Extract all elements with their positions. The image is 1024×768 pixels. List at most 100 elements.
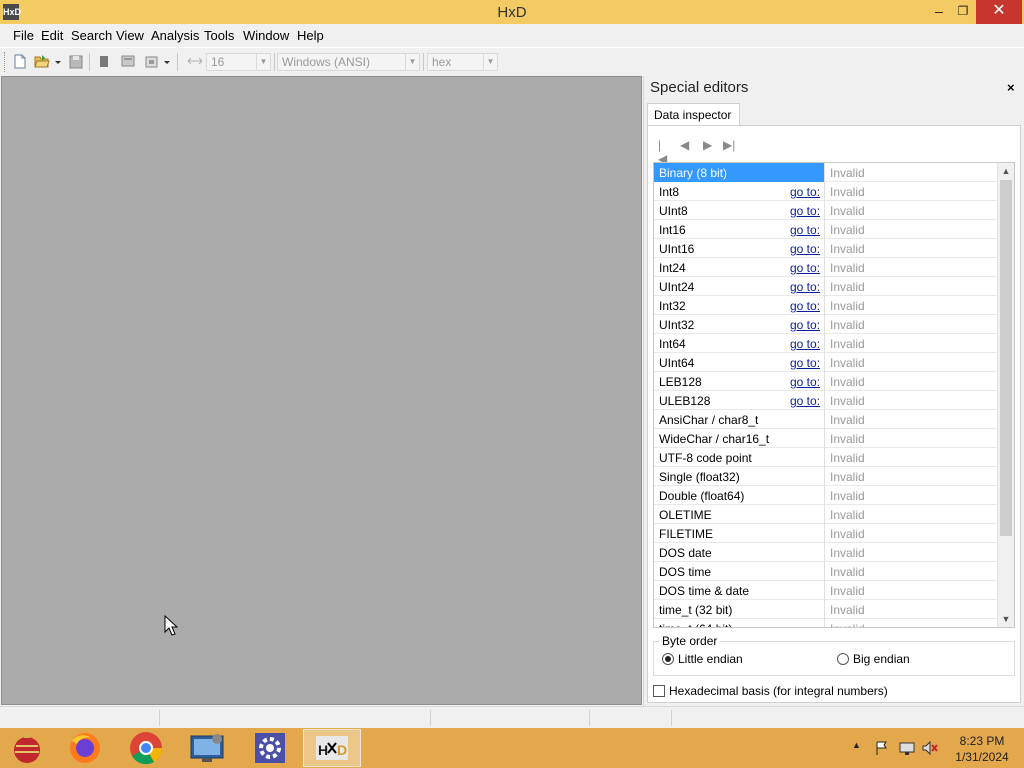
goto-link[interactable]: go to: bbox=[790, 223, 820, 237]
inspector-row-value[interactable]: Invalid bbox=[830, 261, 865, 275]
inspector-row[interactable]: WideChar / char16_t Invalid bbox=[654, 429, 997, 448]
inspector-row-name[interactable]: time_t (32 bit) bbox=[654, 600, 825, 619]
previous-record-icon[interactable]: ◀ bbox=[680, 138, 689, 152]
inspector-row-name[interactable]: FILETIME bbox=[654, 524, 825, 543]
inspector-row-value[interactable]: Invalid bbox=[830, 318, 865, 332]
menu-tools[interactable]: Tools bbox=[204, 28, 234, 43]
inspector-row[interactable]: OLETIME Invalid bbox=[654, 505, 997, 524]
inspector-row-name[interactable]: WideChar / char16_t bbox=[654, 429, 825, 448]
inspector-row-value[interactable]: Invalid bbox=[830, 375, 865, 389]
inspector-row-value[interactable]: Invalid bbox=[830, 432, 865, 446]
volume-muted-icon[interactable] bbox=[921, 740, 939, 756]
menu-file[interactable]: File bbox=[13, 28, 34, 43]
inspector-row[interactable]: Binary (8 bit) Invalid bbox=[654, 163, 997, 182]
inspector-row-value[interactable]: Invalid bbox=[830, 489, 865, 503]
inspector-row[interactable]: time_t (64 bit) Invalid bbox=[654, 619, 997, 627]
close-file-icon[interactable] bbox=[97, 54, 111, 69]
open-dropdown-icon[interactable] bbox=[54, 54, 62, 69]
goto-link[interactable]: go to: bbox=[790, 261, 820, 275]
action-center-flag-icon[interactable] bbox=[874, 740, 890, 756]
show-hidden-icons-icon[interactable]: ▲ bbox=[852, 740, 861, 750]
inspector-row-value[interactable]: Invalid bbox=[830, 394, 865, 408]
inspector-row-name[interactable]: Single (float32) bbox=[654, 467, 825, 486]
close-button[interactable]: ✕ bbox=[976, 0, 1022, 24]
menu-help[interactable]: Help bbox=[297, 28, 324, 43]
inspector-row[interactable]: Int16 go to: Invalid bbox=[654, 220, 997, 239]
goto-link[interactable]: go to: bbox=[790, 356, 820, 370]
inspector-row[interactable]: Int24 go to: Invalid bbox=[654, 258, 997, 277]
inspector-row-value[interactable]: Invalid bbox=[830, 280, 865, 294]
inspector-row-value[interactable]: Invalid bbox=[830, 565, 865, 579]
inspector-row-value[interactable]: Invalid bbox=[830, 622, 865, 627]
inspector-row[interactable]: UInt64 go to: Invalid bbox=[654, 353, 997, 372]
inspector-row[interactable]: DOS time Invalid bbox=[654, 562, 997, 581]
inspector-row-value[interactable]: Invalid bbox=[830, 546, 865, 560]
inspector-row[interactable]: FILETIME Invalid bbox=[654, 524, 997, 543]
menu-window[interactable]: Window bbox=[243, 28, 289, 43]
menu-search[interactable]: Search bbox=[71, 28, 112, 43]
inspector-row-value[interactable]: Invalid bbox=[830, 299, 865, 313]
inspector-row[interactable]: AnsiChar / char8_t Invalid bbox=[654, 410, 997, 429]
chevron-down-icon[interactable]: ▼ bbox=[256, 54, 270, 70]
scroll-up-icon[interactable]: ▲ bbox=[998, 163, 1014, 179]
inspector-row-name[interactable]: Double (float64) bbox=[654, 486, 825, 505]
inspector-row-value[interactable]: Invalid bbox=[830, 185, 865, 199]
taskbar-app[interactable] bbox=[0, 729, 58, 767]
inspector-row[interactable]: UInt8 go to: Invalid bbox=[654, 201, 997, 220]
inspector-row-name[interactable]: OLETIME bbox=[654, 505, 825, 524]
editor-workspace[interactable] bbox=[1, 76, 642, 705]
inspector-row-value[interactable]: Invalid bbox=[830, 451, 865, 465]
inspector-row-value[interactable]: Invalid bbox=[830, 470, 865, 484]
inspector-row[interactable]: LEB128 go to: Invalid bbox=[654, 372, 997, 391]
open-file-icon[interactable] bbox=[34, 54, 50, 69]
inspector-row[interactable]: UInt24 go to: Invalid bbox=[654, 277, 997, 296]
save-icon[interactable] bbox=[69, 54, 83, 69]
system-clock[interactable]: 8:23 PM 1/31/2024 bbox=[952, 733, 1012, 765]
inspector-row[interactable]: UInt32 go to: Invalid bbox=[654, 315, 997, 334]
inspector-row[interactable]: Int64 go to: Invalid bbox=[654, 334, 997, 353]
new-file-icon[interactable] bbox=[13, 54, 27, 69]
taskbar-app[interactable] bbox=[117, 729, 175, 767]
menu-analysis[interactable]: Analysis bbox=[151, 28, 199, 43]
inspector-row-value[interactable]: Invalid bbox=[830, 413, 865, 427]
menu-view[interactable]: View bbox=[116, 28, 144, 43]
taskbar-app[interactable] bbox=[179, 729, 237, 767]
bytes-per-row-select[interactable]: 16 ▼ bbox=[206, 53, 271, 71]
offset-base-select[interactable]: hex ▼ bbox=[427, 53, 498, 71]
goto-link[interactable]: go to: bbox=[790, 318, 820, 332]
goto-link[interactable]: go to: bbox=[790, 375, 820, 389]
inspector-row-value[interactable]: Invalid bbox=[830, 204, 865, 218]
vertical-scrollbar[interactable]: ▲ ▼ bbox=[997, 163, 1014, 627]
taskbar-app[interactable] bbox=[56, 729, 114, 767]
little-endian-label[interactable]: Little endian bbox=[678, 652, 743, 666]
inspector-row-value[interactable]: Invalid bbox=[830, 584, 865, 598]
little-endian-radio[interactable] bbox=[662, 653, 674, 665]
goto-link[interactable]: go to: bbox=[790, 185, 820, 199]
inspector-row[interactable]: time_t (32 bit) Invalid bbox=[654, 600, 997, 619]
inspector-row-value[interactable]: Invalid bbox=[830, 603, 865, 617]
goto-link[interactable]: go to: bbox=[790, 242, 820, 256]
taskbar-app[interactable] bbox=[241, 729, 299, 767]
goto-link[interactable]: go to: bbox=[790, 299, 820, 313]
inspector-row[interactable]: Int32 go to: Invalid bbox=[654, 296, 997, 315]
inspector-row-value[interactable]: Invalid bbox=[830, 223, 865, 237]
inspector-row-value[interactable]: Invalid bbox=[830, 337, 865, 351]
scrollbar-thumb[interactable] bbox=[1000, 180, 1012, 536]
last-record-icon[interactable]: ▶| bbox=[723, 138, 735, 152]
inspector-row[interactable]: DOS time & date Invalid bbox=[654, 581, 997, 600]
big-endian-radio[interactable] bbox=[837, 653, 849, 665]
chevron-down-icon[interactable]: ▼ bbox=[405, 54, 419, 70]
toolbar-grip[interactable] bbox=[4, 52, 7, 72]
inspector-row-name[interactable]: DOS time bbox=[654, 562, 825, 581]
inspector-row-value[interactable]: Invalid bbox=[830, 166, 865, 180]
tab-data-inspector[interactable]: Data inspector bbox=[647, 103, 740, 126]
inspector-row[interactable]: UInt16 go to: Invalid bbox=[654, 239, 997, 258]
inspector-row[interactable]: Single (float32) Invalid bbox=[654, 467, 997, 486]
goto-link[interactable]: go to: bbox=[790, 337, 820, 351]
ram-editor-icon[interactable] bbox=[144, 54, 160, 69]
inspector-row-value[interactable]: Invalid bbox=[830, 356, 865, 370]
hex-basis-label[interactable]: Hexadecimal basis (for integral numbers) bbox=[669, 684, 888, 698]
disk-editor-icon[interactable] bbox=[120, 54, 136, 69]
inspector-row[interactable]: Int8 go to: Invalid bbox=[654, 182, 997, 201]
chevron-down-icon[interactable]: ▼ bbox=[483, 54, 497, 70]
